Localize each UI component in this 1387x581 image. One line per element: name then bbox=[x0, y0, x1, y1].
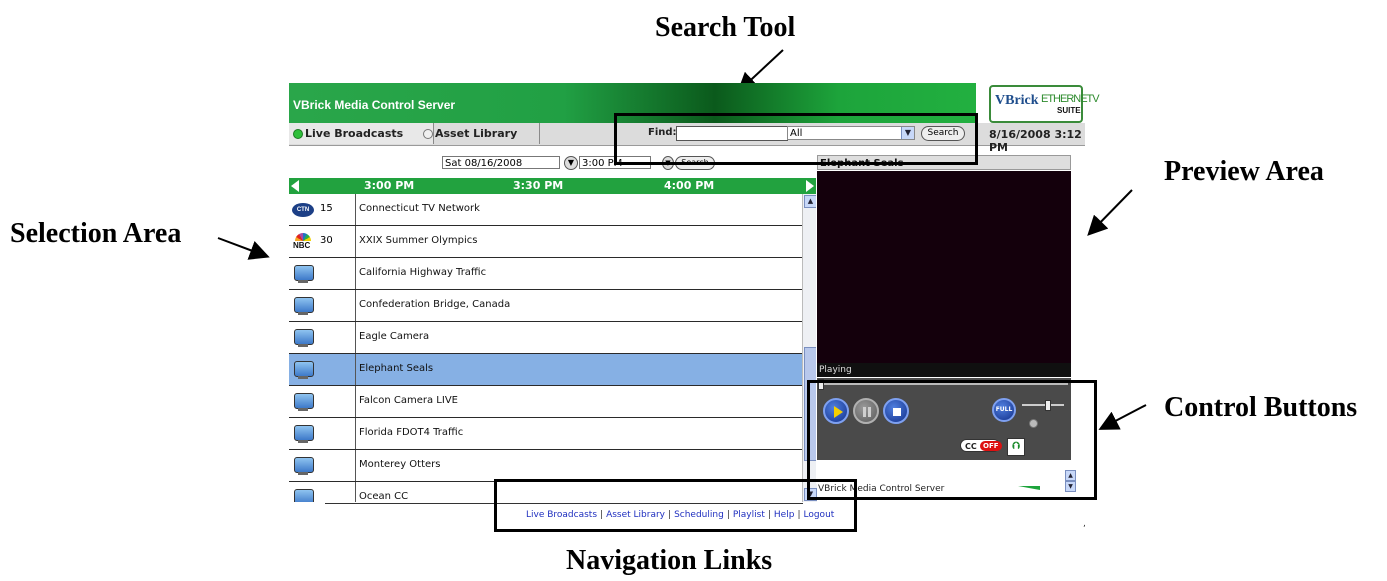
column-divider bbox=[355, 482, 356, 502]
timeline-slot: 4:00 PM bbox=[664, 179, 715, 192]
channel-row[interactable]: NBC 30 XXIX Summer Olympics bbox=[289, 226, 802, 258]
channel-row-selected[interactable]: Elephant Seals bbox=[289, 354, 802, 386]
timeline-next-icon[interactable] bbox=[806, 180, 814, 192]
column-divider bbox=[355, 322, 356, 353]
monitor-icon bbox=[292, 457, 314, 475]
monitor-icon bbox=[292, 489, 314, 502]
nbc-logo-icon: NBC bbox=[292, 233, 314, 251]
monitor-icon bbox=[292, 297, 314, 315]
timeline-prev-icon[interactable] bbox=[291, 180, 299, 192]
channel-name: California Highway Traffic bbox=[359, 267, 487, 278]
channel-name: Connecticut TV Network bbox=[359, 203, 480, 214]
tab-label: Asset Library bbox=[435, 127, 518, 140]
channel-row[interactable]: CTN 15 Connecticut TV Network bbox=[289, 194, 802, 226]
current-datetime: 8/16/2008 3:12 PM bbox=[989, 128, 1082, 154]
channel-name: Falcon Camera LIVE bbox=[359, 395, 458, 406]
column-divider bbox=[355, 386, 356, 417]
channel-name: Eagle Camera bbox=[359, 331, 430, 342]
channel-row[interactable]: Confederation Bridge, Canada bbox=[289, 290, 802, 322]
monitor-icon bbox=[292, 393, 314, 411]
column-divider bbox=[355, 194, 356, 225]
callout-search-tool: Search Tool bbox=[655, 12, 796, 43]
tab-live-broadcasts[interactable]: Live Broadcasts bbox=[289, 123, 434, 144]
channel-row[interactable]: Monterey Otters bbox=[289, 450, 802, 482]
monitor-icon bbox=[292, 329, 314, 347]
ctn-logo-icon: CTN bbox=[292, 201, 314, 219]
monitor-icon bbox=[292, 361, 314, 379]
channel-row[interactable]: Falcon Camera LIVE bbox=[289, 386, 802, 418]
column-divider bbox=[355, 290, 356, 321]
callout-control-buttons: Control Buttons bbox=[1164, 392, 1358, 423]
timeline-slot: 3:30 PM bbox=[513, 179, 564, 192]
channel-name: Confederation Bridge, Canada bbox=[359, 299, 511, 310]
arrow-preview-area bbox=[1087, 189, 1133, 236]
monitor-icon bbox=[292, 265, 314, 283]
arrow-selection-area bbox=[217, 237, 270, 260]
video-player[interactable] bbox=[817, 171, 1071, 363]
timeline-slot: 3:00 PM bbox=[364, 179, 415, 192]
ctn-logo-text: CTN bbox=[292, 203, 314, 217]
column-divider bbox=[355, 354, 356, 385]
channel-name: Florida FDOT4 Traffic bbox=[359, 427, 464, 438]
callout-navigation-links: Navigation Links bbox=[566, 545, 773, 576]
navigation-links-highlight bbox=[494, 479, 857, 532]
channel-number: 15 bbox=[320, 203, 333, 214]
tab-label: Live Broadcasts bbox=[305, 127, 404, 140]
channel-name: Monterey Otters bbox=[359, 459, 441, 470]
channel-number: 30 bbox=[320, 235, 333, 246]
active-dot-icon bbox=[293, 129, 303, 139]
callout-preview-area: Preview Area bbox=[1164, 156, 1324, 187]
footer-mark: , bbox=[1083, 519, 1086, 529]
column-divider bbox=[355, 226, 356, 257]
nbc-logo-text: NBC bbox=[293, 241, 311, 250]
logo-sub-text: ETHERNETV bbox=[1041, 93, 1100, 105]
channel-row[interactable]: California Highway Traffic bbox=[289, 258, 802, 290]
tab-asset-library[interactable]: Asset Library bbox=[419, 123, 540, 144]
channel-name: XXIX Summer Olympics bbox=[359, 235, 478, 246]
search-tool-highlight bbox=[614, 113, 978, 165]
channel-name: Ocean CC bbox=[359, 491, 409, 502]
calendar-dropdown-icon[interactable]: ▼ bbox=[564, 156, 578, 170]
column-divider bbox=[355, 258, 356, 289]
inactive-dot-icon bbox=[423, 129, 433, 139]
arrow-control-buttons bbox=[1098, 404, 1147, 430]
logo-suite-text: SUITE bbox=[1057, 106, 1081, 115]
channel-name: Elephant Seals bbox=[359, 363, 434, 374]
channel-row[interactable]: Eagle Camera bbox=[289, 322, 802, 354]
column-divider bbox=[355, 418, 356, 449]
column-divider bbox=[355, 450, 356, 481]
date-input[interactable]: Sat 08/16/2008 bbox=[442, 156, 560, 169]
logo-main-text: VBrick bbox=[995, 93, 1039, 108]
callout-selection-area: Selection Area bbox=[10, 218, 182, 249]
app-title: VBrick Media Control Server bbox=[293, 98, 456, 112]
timeline-bar: 3:00 PM 3:30 PM 4:00 PM bbox=[289, 178, 816, 194]
monitor-icon bbox=[292, 425, 314, 443]
channel-row[interactable]: Florida FDOT4 Traffic bbox=[289, 418, 802, 450]
vbrick-logo: VBrick ETHERNETV SUITE bbox=[989, 85, 1100, 123]
channel-list: CTN 15 Connecticut TV Network NBC 30 XXI… bbox=[289, 194, 802, 502]
playback-status: Playing bbox=[817, 363, 1071, 377]
